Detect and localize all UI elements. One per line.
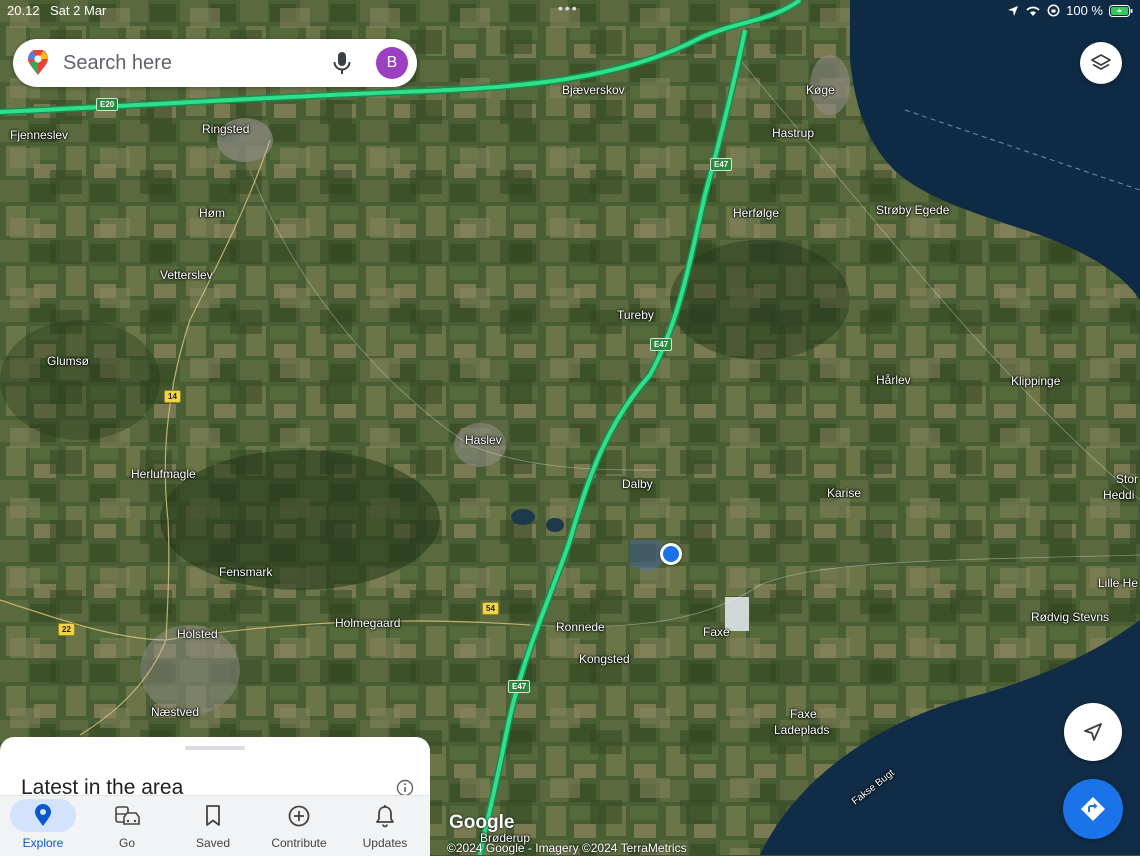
place-label[interactable]: Tureby — [617, 308, 654, 322]
nav-label: Go — [118, 836, 135, 850]
satellite-map[interactable]: Fjenneslev Ringsted Bjæverskov Køge Hast… — [0, 0, 1140, 855]
place-label[interactable]: Faxe — [703, 625, 730, 639]
copyright-text[interactable]: ©2024 Google - Imagery ©2024 TerraMetric… — [447, 841, 687, 855]
road-shield: E47 — [650, 338, 673, 351]
layers-button[interactable] — [1080, 42, 1122, 84]
place-label[interactable]: Lille He — [1098, 576, 1138, 590]
place-label[interactable]: Vetterslev — [160, 268, 213, 282]
status-date: Sat 2 Mar — [50, 3, 107, 18]
place-label[interactable]: Karise — [827, 486, 861, 500]
navigation-arrow-icon — [1084, 723, 1102, 741]
bookmark-icon — [206, 805, 220, 826]
map-imagery — [0, 0, 1140, 855]
place-label[interactable]: Ronnede — [556, 620, 605, 634]
sheet-drag-handle[interactable] — [185, 746, 245, 750]
place-label[interactable]: Strøby Egede — [876, 203, 949, 217]
status-icons: 100 % — [1007, 3, 1133, 18]
place-label[interactable]: Kongsted — [579, 652, 630, 666]
place-label[interactable]: Holmegaard — [335, 616, 400, 630]
battery-percent: 100 % — [1066, 3, 1103, 18]
location-pin-icon — [35, 804, 51, 826]
road-shield: 22 — [58, 623, 75, 636]
place-label[interactable]: Holsted — [177, 627, 218, 641]
place-label[interactable]: Fensmark — [219, 565, 272, 579]
mic-icon[interactable] — [331, 51, 353, 75]
nav-label: Updates — [362, 836, 408, 850]
road-shield: E20 — [96, 98, 119, 111]
nav-label: Saved — [195, 836, 231, 850]
road-shield: E47 — [710, 158, 733, 171]
nav-contribute[interactable]: Contribute — [256, 796, 342, 856]
place-label[interactable]: Dalby — [622, 477, 653, 491]
place-label[interactable]: Rødvig Stevns — [1031, 610, 1109, 624]
screen-lock-icon — [1047, 4, 1060, 17]
search-bar[interactable]: Search here B — [13, 39, 417, 87]
bottom-navigation: Explore Go Saved Contribute Updates — [0, 795, 430, 856]
bell-icon — [376, 805, 394, 828]
place-label[interactable]: Faxe — [790, 707, 817, 721]
place-label[interactable]: Ringsted — [202, 122, 249, 136]
google-logo: Google — [449, 812, 515, 833]
search-input[interactable]: Search here — [63, 52, 172, 75]
road-shield: 14 — [164, 390, 181, 403]
add-circle-icon — [288, 805, 310, 827]
current-location-dot[interactable] — [660, 543, 682, 565]
maps-pin-icon — [28, 50, 48, 75]
place-label[interactable]: Heddi — [1103, 488, 1134, 502]
layers-icon — [1091, 54, 1111, 70]
directions-button[interactable] — [1063, 779, 1123, 839]
place-label[interactable]: Haslev — [465, 433, 502, 447]
place-label[interactable]: Hastrup — [772, 126, 814, 140]
place-label[interactable]: Køge — [806, 83, 835, 97]
multitasking-dots-icon[interactable]: ••• — [558, 0, 579, 16]
status-time: 20.12 — [7, 3, 40, 18]
location-arrow-icon — [1008, 5, 1019, 16]
place-label[interactable]: Bjæverskov — [562, 83, 625, 97]
place-label[interactable]: Glumsø — [47, 354, 89, 368]
place-label[interactable]: Klippinge — [1011, 374, 1060, 388]
commute-icon — [115, 806, 140, 825]
battery-charging-icon — [1109, 4, 1133, 17]
status-bar: 20.12 Sat 2 Mar ••• 100 % — [0, 0, 1140, 22]
directions-icon — [1081, 797, 1105, 821]
nav-saved[interactable]: Saved — [170, 796, 256, 856]
place-label[interactable]: Høm — [199, 206, 225, 220]
nav-label: Explore — [22, 836, 64, 850]
nav-explore[interactable]: Explore — [0, 796, 86, 856]
place-label[interactable]: Fjenneslev — [10, 128, 68, 142]
place-label[interactable]: Herlufmagle — [131, 467, 196, 481]
recenter-button[interactable] — [1064, 703, 1122, 761]
place-label[interactable]: Ladeplads — [774, 723, 829, 737]
avatar[interactable]: B — [376, 47, 408, 79]
place-label[interactable]: Herfølge — [733, 206, 779, 220]
nav-updates[interactable]: Updates — [342, 796, 428, 856]
nav-label: Contribute — [271, 836, 327, 850]
road-shield: E47 — [508, 680, 531, 693]
place-label[interactable]: Hårlev — [876, 373, 911, 387]
nav-go[interactable]: Go — [84, 796, 170, 856]
road-shield: 54 — [482, 602, 499, 615]
wifi-icon — [1026, 6, 1040, 16]
place-label[interactable]: Næstved — [151, 705, 199, 719]
place-label[interactable]: Stor — [1116, 472, 1138, 486]
